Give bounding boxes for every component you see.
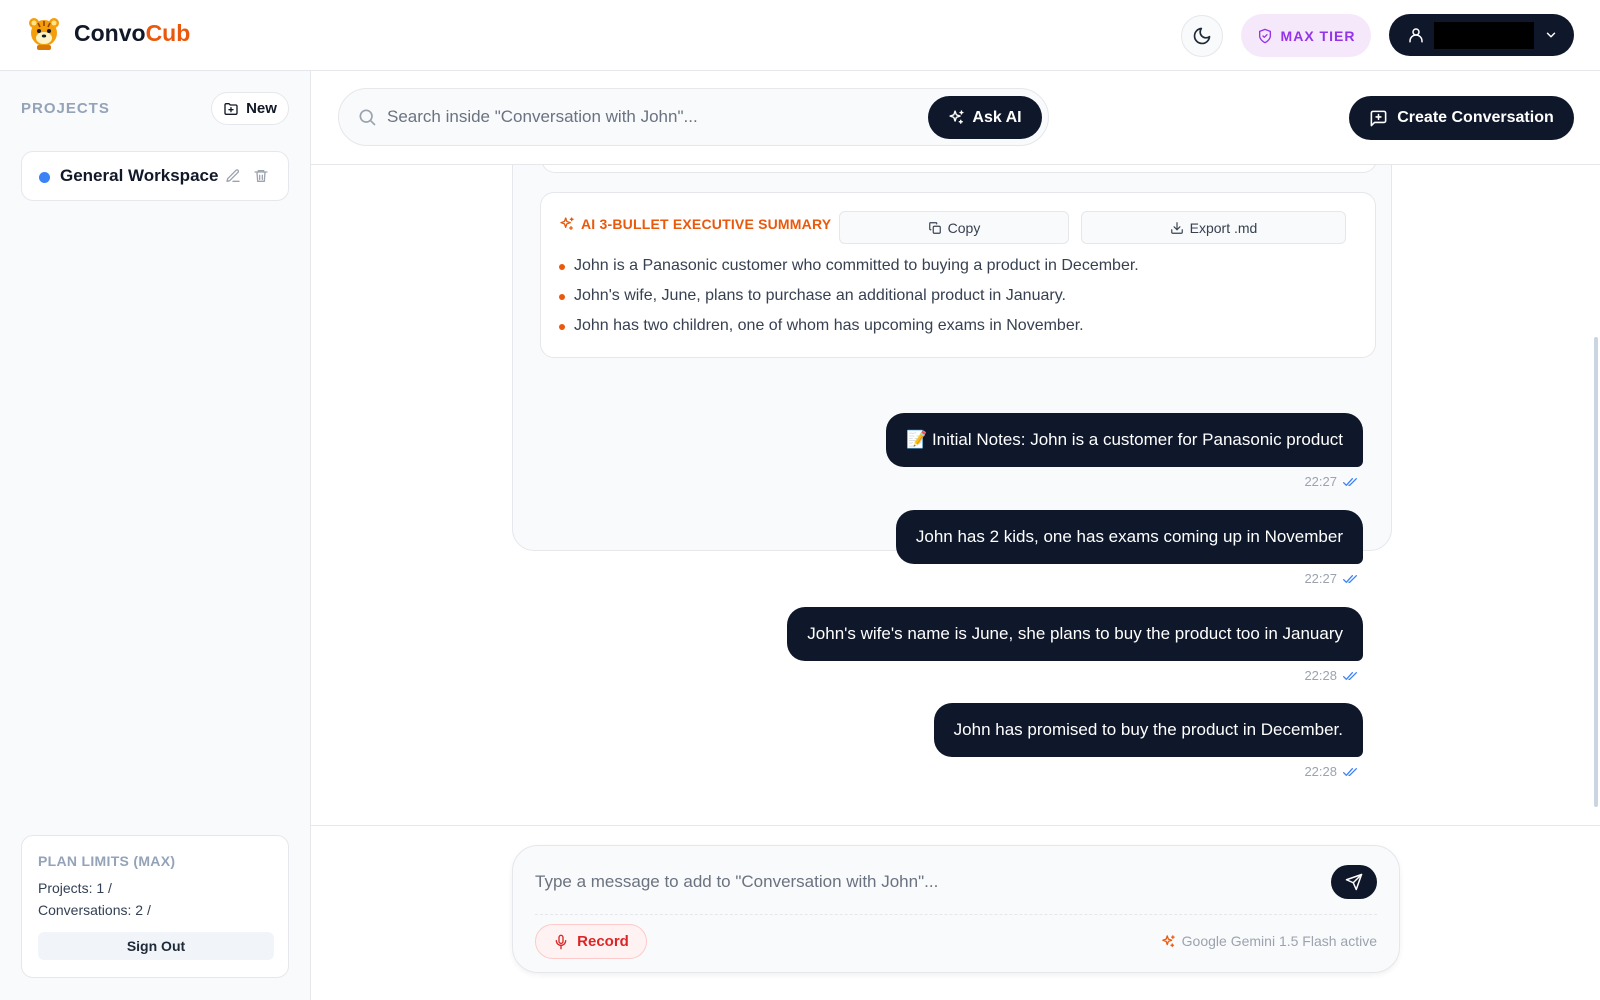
redacted-username	[1434, 22, 1534, 49]
edit-icon[interactable]	[225, 168, 241, 184]
message-composer: Record Google Gemini 1.5 Flash active	[512, 845, 1400, 973]
sparkles-icon	[560, 217, 574, 230]
tier-label: MAX TIER	[1280, 27, 1356, 44]
workspace-label: General Workspace	[60, 166, 219, 185]
sign-out-button[interactable]: Sign Out	[38, 932, 274, 960]
message-time: 22:28	[1304, 764, 1337, 779]
copy-icon	[928, 221, 941, 234]
message-input[interactable]	[535, 867, 1295, 897]
moon-icon	[1193, 27, 1211, 45]
message-time: 22:27	[1304, 474, 1337, 489]
copy-label: Copy	[947, 219, 981, 236]
conversation-pane[interactable]: AI 3-BULLET EXECUTIVE SUMMARY Copy Expor…	[311, 165, 1600, 825]
shield-icon	[1258, 28, 1271, 43]
message-bubble[interactable]: John's wife's name is June, she plans to…	[787, 607, 1363, 661]
scrollbar-thumb[interactable]	[1594, 337, 1598, 807]
sidebar: PROJECTS New General Workspace PLAN LIMI…	[0, 71, 311, 1000]
bullet-dot	[559, 324, 565, 330]
copy-button[interactable]: Copy	[839, 211, 1069, 244]
brand-name-primary: Convo	[74, 20, 146, 46]
chevron-down-icon	[1546, 32, 1556, 38]
bullet-dot	[559, 294, 565, 300]
ask-ai-button[interactable]: Ask AI	[928, 96, 1042, 139]
search-bar: Ask AI	[338, 88, 1049, 146]
model-status-text: Google Gemini 1.5 Flash active	[1181, 933, 1377, 949]
main-toolbar: Ask AI Create Conversation	[311, 71, 1600, 165]
new-project-label: New	[246, 100, 277, 117]
brand-name[interactable]: ConvoCub	[74, 20, 190, 47]
sidebar-item-general-workspace[interactable]: General Workspace	[21, 151, 289, 201]
previous-card-edge	[541, 165, 1377, 173]
search-icon	[359, 109, 376, 126]
summary-title: AI 3-BULLET EXECUTIVE SUMMARY	[559, 216, 831, 232]
download-icon	[1170, 221, 1183, 234]
trash-icon[interactable]	[253, 168, 269, 184]
ask-ai-label: Ask AI	[972, 108, 1022, 126]
tiger-logo-icon[interactable]	[26, 16, 62, 52]
summary-bullet-text: John has two children, one of whom has u…	[574, 317, 1084, 334]
export-md-button[interactable]: Export .md	[1081, 211, 1346, 244]
theme-toggle-button[interactable]	[1181, 15, 1223, 57]
mic-icon	[555, 934, 567, 949]
limits-conversations: Conversations: 2 /	[38, 902, 151, 918]
plan-limits-card: PLAN LIMITS (MAX) Projects: 1 / Conversa…	[21, 835, 289, 978]
app-header: ConvoCub MAX TIER	[0, 0, 1600, 71]
double-check-icon	[1343, 767, 1357, 776]
user-menu-button[interactable]	[1389, 14, 1574, 56]
send-icon	[1345, 873, 1363, 891]
message-plus-icon	[1370, 110, 1387, 126]
double-check-icon	[1343, 671, 1357, 680]
double-check-icon	[1343, 477, 1357, 486]
sparkles-icon	[1161, 934, 1175, 947]
create-conversation-label: Create Conversation	[1397, 109, 1554, 126]
model-status: Google Gemini 1.5 Flash active	[1161, 933, 1377, 949]
brand-name-accent: Cub	[145, 20, 191, 46]
projects-heading: PROJECTS	[21, 100, 110, 117]
user-icon	[1409, 28, 1423, 43]
message-time: 22:27	[1304, 571, 1337, 586]
double-check-icon	[1343, 574, 1357, 583]
limits-projects: Projects: 1 /	[38, 880, 112, 896]
message-meta: 22:28	[1304, 764, 1359, 779]
send-button[interactable]	[1331, 865, 1377, 899]
plan-limits-title: PLAN LIMITS (MAX)	[38, 853, 176, 869]
composer-divider	[535, 914, 1377, 915]
executive-summary-card: AI 3-BULLET EXECUTIVE SUMMARY Copy Expor…	[540, 192, 1376, 358]
summary-bullet-text: John is a Panasonic customer who committ…	[574, 257, 1139, 274]
folder-plus-icon	[224, 102, 238, 115]
message-meta: 22:28	[1304, 668, 1359, 683]
message-bubble[interactable]: John has 2 kids, one has exams coming up…	[895, 510, 1363, 564]
summary-bullet-text: John's wife, June, plans to purchase an …	[574, 287, 1066, 304]
search-input[interactable]	[387, 103, 907, 131]
export-label: Export .md	[1189, 219, 1258, 236]
bullet-dot	[559, 264, 565, 270]
new-project-button[interactable]: New	[211, 92, 289, 125]
message-time: 22:28	[1304, 668, 1337, 683]
tier-badge[interactable]: MAX TIER	[1241, 14, 1371, 57]
record-button[interactable]: Record	[535, 924, 647, 959]
summary-title-text: AI 3-BULLET EXECUTIVE SUMMARY	[581, 216, 832, 232]
composer-area: Record Google Gemini 1.5 Flash active	[311, 825, 1600, 1000]
message-bubble[interactable]: John has promised to buy the product in …	[933, 703, 1363, 757]
record-label: Record	[577, 933, 629, 950]
message-meta: 22:27	[1304, 571, 1359, 586]
workspace-status-dot	[39, 172, 50, 183]
create-conversation-button[interactable]: Create Conversation	[1349, 96, 1574, 140]
message-meta: 22:27	[1304, 474, 1359, 489]
sparkles-icon	[949, 110, 964, 124]
message-bubble[interactable]: 📝 Initial Notes: John is a customer for …	[886, 413, 1363, 467]
